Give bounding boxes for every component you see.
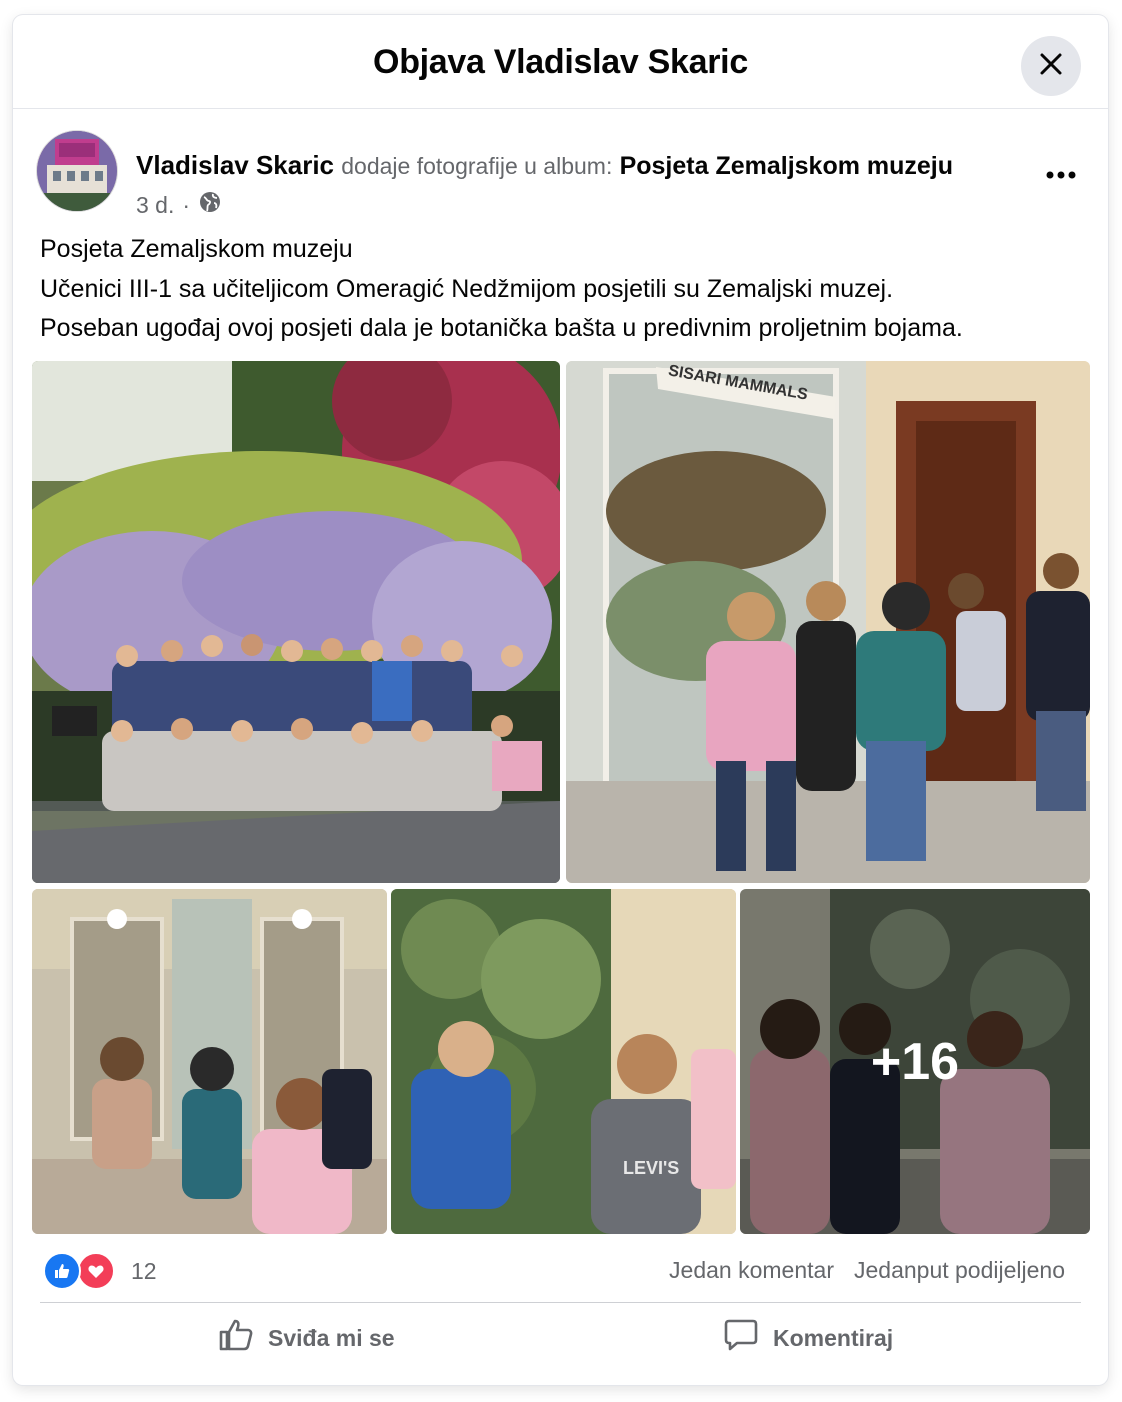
author-line: Vladislav Skaric dodaje fotografije u al… [136,150,953,181]
author-action: dodaje fotografije u album: [341,153,613,179]
more-options-button[interactable] [1036,156,1086,196]
post-modal: Objava Vladislav Skaric Vladislav Skaric [13,15,1108,1385]
actions-divider [40,1302,1081,1303]
thumbs-up-icon [218,1318,254,1358]
post-header: Vladislav Skaric dodaje fotografije u al… [36,128,1086,218]
like-label: Sviđa mi se [268,1324,395,1351]
comment-bubble-icon [723,1317,759,1359]
like-button[interactable]: Sviđa mi se [218,1310,395,1366]
modal-header: Objava Vladislav Skaric [13,15,1108,109]
engagement-counts: Jedan komentar Jedanput podijeljeno [669,1257,1065,1284]
reactions-summary[interactable]: 12 [43,1252,157,1290]
globe-icon [198,190,222,220]
photo-mammals-showcase[interactable]: SISARI MAMMALS [566,361,1090,883]
photo-hallway[interactable] [32,889,387,1234]
more-dots-icon [1045,167,1077,185]
photo-more[interactable]: +16 [740,889,1090,1234]
comment-button[interactable]: Komentiraj [723,1310,893,1366]
post-text-line: Posjeta Zemaljskom muzeju [40,235,353,263]
like-icon [43,1252,81,1290]
more-photos-overlay[interactable]: +16 [740,889,1090,1234]
comment-label: Komentiraj [773,1324,894,1351]
shares-count-link[interactable]: Jedanput podijeljeno [854,1257,1065,1284]
photo-plants-children[interactable]: LEVI'S [391,889,736,1234]
close-icon [1038,51,1064,82]
post-text: Posjeta Zemaljskom muzeju Učenici III-1 … [40,230,963,349]
reaction-count: 12 [131,1257,157,1284]
modal-title: Objava Vladislav Skaric [373,43,748,81]
post-meta: 3 d. · [136,190,222,220]
album-link[interactable]: Posjeta Zemaljskom muzeju [620,152,953,180]
post-text-line: Poseban ugođaj ovoj posjeti dala je bota… [40,314,963,342]
photo-garden-group[interactable] [32,361,560,883]
avatar[interactable] [36,130,118,212]
post-text-line: Učenici III-1 sa učiteljicom Omeragić Ne… [40,274,894,303]
post-time[interactable]: 3 d. [136,192,174,219]
comments-count-link[interactable]: Jedan komentar [669,1257,834,1284]
love-icon [77,1252,115,1290]
author-name[interactable]: Vladislav Skaric [136,150,334,180]
close-button[interactable] [1021,36,1081,96]
meta-separator: · [182,191,191,218]
shirt-text: LEVI'S [623,1158,679,1178]
